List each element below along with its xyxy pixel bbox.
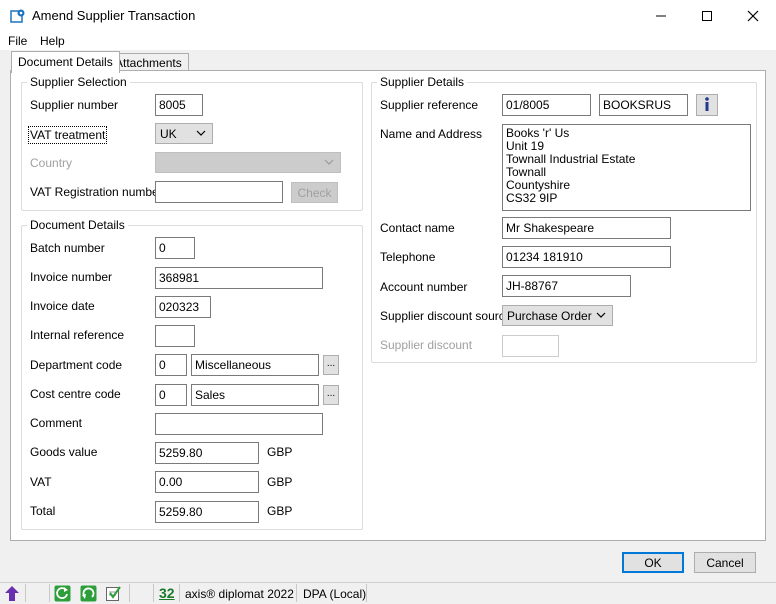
supplier-info-button[interactable] [696, 94, 718, 116]
invoice-date-input[interactable]: 020323 [155, 296, 211, 318]
window-title: Amend Supplier Transaction [32, 8, 196, 23]
invoice-number-input[interactable]: 368981 [155, 267, 323, 289]
total-input[interactable]: 5259.80 [155, 501, 259, 523]
department-code-input[interactable]: 0 [155, 354, 187, 376]
supplier-short-name-field: BOOKSRUS [599, 94, 688, 116]
cancel-button[interactable]: Cancel [694, 552, 756, 573]
ok-button[interactable]: OK [622, 552, 684, 573]
supplier-selection-legend: Supplier Selection [27, 75, 130, 89]
status-database: DPA (Local) [303, 587, 367, 601]
name-address-field: Books 'r' Us Unit 19 Townall Industrial … [502, 124, 751, 211]
info-icon [705, 97, 709, 111]
country-label: Country [30, 156, 73, 170]
department-name-field: Miscellaneous [191, 354, 319, 376]
supplier-discount-field[interactable] [502, 335, 559, 357]
menu-bar [0, 31, 776, 50]
tab-document-details[interactable]: Document Details [11, 51, 120, 73]
menu-help[interactable]: Help [40, 34, 65, 48]
vat-currency: GBP [267, 475, 293, 489]
vat-label: VAT [30, 475, 52, 489]
name-address-label: Name and Address [380, 127, 483, 141]
app-icon [10, 9, 25, 23]
status-separator [179, 584, 180, 602]
checklist-icon[interactable] [105, 585, 122, 602]
supplier-reference-field: 01/8005 [502, 94, 591, 116]
telephone-field: 01234 181910 [502, 246, 671, 268]
cost-centre-name-field: Sales [191, 384, 319, 406]
status-separator [153, 584, 154, 602]
document-details-legend: Document Details [27, 218, 128, 232]
status-separator [49, 584, 50, 602]
invoice-date-label: Invoice date [30, 299, 95, 313]
account-number-label: Account number [380, 280, 468, 294]
contact-name-field: Mr Shakespeare [502, 217, 671, 239]
tab-attachments[interactable]: Attachments [108, 53, 189, 71]
department-code-label: Department code [30, 358, 123, 372]
menu-file[interactable]: File [8, 34, 27, 48]
batch-number-label: Batch number [30, 241, 105, 255]
status-count: 32 [159, 585, 175, 601]
maximize-icon [702, 10, 712, 21]
total-label: Total [30, 504, 56, 518]
chevron-down-icon [324, 159, 334, 165]
batch-number-input[interactable]: 0 [155, 237, 195, 259]
goods-value-currency: GBP [267, 445, 293, 459]
status-separator [25, 584, 26, 602]
chevron-down-icon [196, 130, 206, 136]
supplier-discount-label: Supplier discount [380, 338, 473, 352]
internal-reference-label: Internal reference [30, 328, 125, 342]
status-separator [366, 584, 367, 602]
goods-value-input[interactable]: 5259.80 [155, 442, 259, 464]
telephone-label: Telephone [380, 250, 436, 264]
department-lookup-button[interactable]: ... [323, 355, 339, 375]
status-separator [129, 584, 130, 602]
country-select[interactable] [155, 152, 341, 173]
status-separator [296, 584, 297, 602]
check-button[interactable]: Check [291, 182, 338, 203]
total-currency: GBP [267, 504, 293, 518]
discount-source-label: Supplier discount source [380, 309, 512, 323]
chevron-down-icon [596, 312, 606, 318]
upload-arrow-icon[interactable] [4, 585, 20, 602]
comment-input[interactable] [155, 413, 323, 435]
goods-value-label: Goods value [30, 445, 98, 459]
minimize-icon [656, 15, 666, 16]
close-icon [747, 10, 759, 21]
comment-label: Comment [30, 416, 83, 430]
vat-registration-label: VAT Registration number [30, 185, 163, 199]
status-product: axis® diplomat 2022 [185, 587, 294, 601]
vat-treatment-value: UK [160, 127, 177, 141]
address-line: CS32 9IP [506, 191, 558, 205]
vat-treatment-select[interactable]: UK [155, 123, 213, 144]
supplier-details-legend: Supplier Details [377, 75, 468, 89]
account-number-field: JH-88767 [502, 275, 631, 297]
supplier-reference-label: Supplier reference [380, 98, 479, 112]
supplier-number-label: Supplier number [30, 98, 119, 112]
close-button[interactable] [730, 0, 776, 31]
minimize-button[interactable] [638, 0, 684, 31]
discount-source-value: Purchase Order [507, 309, 592, 323]
discount-source-select[interactable]: Purchase Order [502, 305, 613, 326]
invoice-number-label: Invoice number [30, 270, 113, 284]
refresh-icon[interactable] [54, 585, 71, 602]
cost-centre-code-input[interactable]: 0 [155, 384, 187, 406]
cost-centre-lookup-button[interactable]: ... [323, 385, 339, 405]
vat-registration-input[interactable] [155, 181, 283, 203]
supplier-number-input[interactable]: 8005 [155, 94, 203, 116]
internal-reference-input[interactable] [155, 325, 195, 347]
contact-name-label: Contact name [380, 221, 455, 235]
vat-treatment-label: VAT treatment [28, 126, 108, 144]
sync-icon[interactable] [80, 585, 97, 602]
vat-input[interactable]: 0.00 [155, 471, 259, 493]
maximize-button[interactable] [684, 0, 730, 31]
cost-centre-code-label: Cost centre code [30, 387, 121, 401]
